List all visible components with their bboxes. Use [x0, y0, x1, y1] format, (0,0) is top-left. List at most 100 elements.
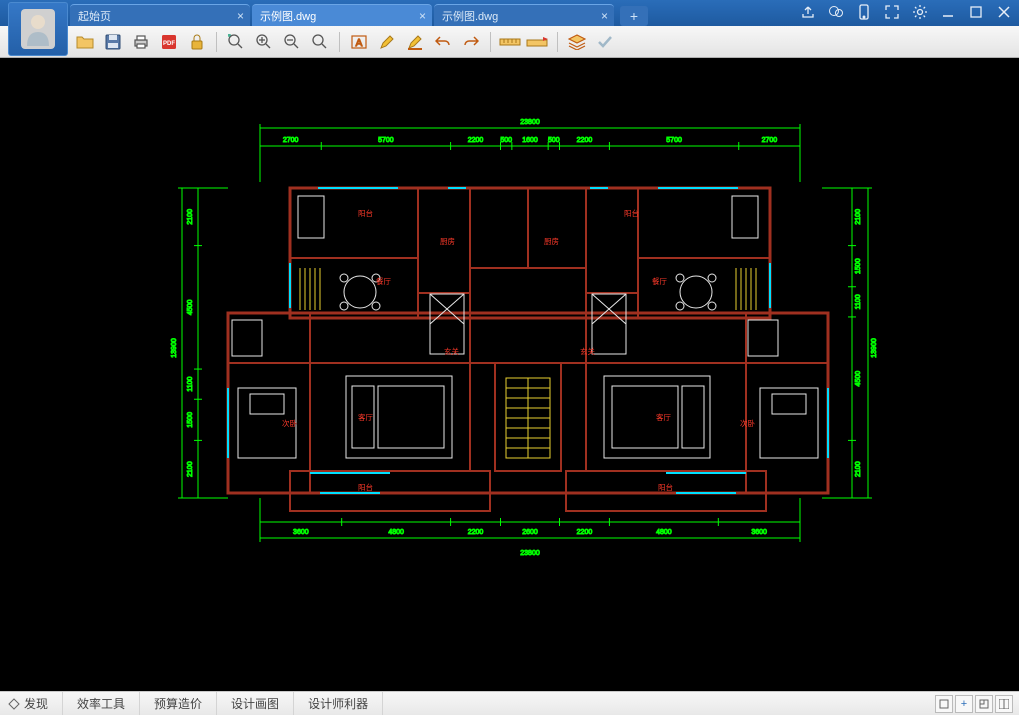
svg-text:2200: 2200: [468, 529, 484, 536]
svg-text:5700: 5700: [666, 137, 682, 144]
check-button[interactable]: [592, 30, 618, 54]
tab-label: 示例图.dwg: [442, 8, 498, 24]
svg-text:1100: 1100: [187, 377, 194, 392]
svg-text:23800: 23800: [520, 550, 540, 557]
pdf-button[interactable]: PDF: [156, 30, 182, 54]
svg-text:2700: 2700: [283, 137, 299, 144]
svg-text:4500: 4500: [855, 371, 862, 387]
status-tools[interactable]: 效率工具: [63, 692, 140, 715]
svg-text:13900: 13900: [171, 338, 178, 358]
separator: [216, 32, 217, 52]
svg-text:500: 500: [548, 137, 560, 144]
svg-text:餐厅: 餐厅: [652, 277, 667, 286]
svg-text:客厅: 客厅: [656, 412, 671, 422]
zoom-out-button[interactable]: [279, 30, 305, 54]
tab-file-1[interactable]: 示例图.dwg ×: [252, 4, 432, 26]
svg-text:3600: 3600: [751, 529, 767, 536]
svg-text:阳台: 阳台: [658, 482, 673, 492]
tab-label: 起始页: [78, 8, 111, 24]
close-icon[interactable]: ×: [601, 9, 608, 23]
zoom-window-button[interactable]: [307, 30, 333, 54]
svg-text:玄关: 玄关: [580, 346, 595, 356]
tab-strip: 起始页 × 示例图.dwg × 示例图.dwg × +: [70, 0, 648, 26]
status-discover[interactable]: 发现: [0, 692, 63, 715]
toolbar: PDF A: [0, 26, 1019, 58]
print-button[interactable]: [128, 30, 154, 54]
svg-text:4500: 4500: [187, 299, 194, 315]
share-icon[interactable]: [799, 3, 817, 21]
pencil-button[interactable]: [374, 30, 400, 54]
svg-text:厨房: 厨房: [544, 236, 559, 246]
separator: [557, 32, 558, 52]
layout-button[interactable]: [995, 695, 1013, 713]
svg-text:23800: 23800: [520, 119, 540, 126]
save-button[interactable]: [100, 30, 126, 54]
svg-text:2100: 2100: [187, 209, 194, 225]
separator: [339, 32, 340, 52]
grid-button[interactable]: +: [955, 695, 973, 713]
svg-text:500: 500: [500, 137, 512, 144]
close-icon[interactable]: ×: [237, 9, 244, 23]
svg-text:2600: 2600: [522, 529, 538, 536]
svg-text:4800: 4800: [656, 529, 672, 536]
tab-label: 示例图.dwg: [260, 8, 316, 24]
svg-text:13900: 13900: [871, 338, 878, 358]
measure-continuous-button[interactable]: [525, 30, 551, 54]
svg-text:PDF: PDF: [163, 41, 175, 47]
gear-icon[interactable]: [911, 3, 929, 21]
status-right-buttons: +: [935, 695, 1013, 713]
open-button[interactable]: [72, 30, 98, 54]
user-avatar[interactable]: [8, 2, 68, 56]
close-icon[interactable]: ×: [419, 9, 426, 23]
svg-text:2200: 2200: [577, 137, 593, 144]
measure-button[interactable]: [497, 30, 523, 54]
tab-file-2[interactable]: 示例图.dwg ×: [434, 4, 614, 26]
svg-text:2200: 2200: [577, 529, 593, 536]
svg-text:5700: 5700: [378, 137, 394, 144]
window-controls: [799, 3, 1013, 21]
zoom-extents-button[interactable]: [223, 30, 249, 54]
mobile-icon[interactable]: [855, 3, 873, 21]
svg-text:客厅: 客厅: [358, 412, 373, 422]
minimize-icon[interactable]: [939, 3, 957, 21]
svg-text:1100: 1100: [855, 294, 862, 309]
floor-plan-drawing: 23800 2700 5700 2200 500 1600 500 2200 5700 2700…: [0, 58, 1019, 691]
status-drawing[interactable]: 设计画图: [217, 692, 294, 715]
svg-text:厨房: 厨房: [440, 236, 455, 246]
svg-text:2100: 2100: [855, 209, 862, 225]
svg-text:阳台: 阳台: [358, 208, 373, 218]
svg-text:玄关: 玄关: [444, 346, 459, 356]
svg-text:2100: 2100: [855, 461, 862, 477]
lock-button[interactable]: [184, 30, 210, 54]
layers-button[interactable]: [564, 30, 590, 54]
svg-text:阳台: 阳台: [358, 482, 373, 492]
svg-text:次卧: 次卧: [740, 418, 755, 428]
undo-button[interactable]: [430, 30, 456, 54]
snap-button[interactable]: [975, 695, 993, 713]
svg-text:1600: 1600: [522, 137, 538, 144]
svg-text:餐厅: 餐厅: [376, 277, 391, 286]
maximize-icon[interactable]: [967, 3, 985, 21]
svg-text:1500: 1500: [855, 258, 862, 274]
drawing-canvas[interactable]: 23800 2700 5700 2200 500 1600 500 2200 5700 2700…: [0, 58, 1019, 691]
close-window-icon[interactable]: [995, 3, 1013, 21]
svg-text:A: A: [356, 38, 363, 49]
model-button[interactable]: [935, 695, 953, 713]
status-designer[interactable]: 设计师利器: [294, 692, 383, 715]
svg-text:2200: 2200: [468, 137, 484, 144]
highlight-button[interactable]: [402, 30, 428, 54]
fullscreen-icon[interactable]: [883, 3, 901, 21]
wechat-icon[interactable]: [827, 3, 845, 21]
separator: [490, 32, 491, 52]
zoom-in-button[interactable]: [251, 30, 277, 54]
titlebar: 起始页 × 示例图.dwg × 示例图.dwg × +: [0, 0, 1019, 26]
svg-text:1500: 1500: [187, 412, 194, 428]
tab-start[interactable]: 起始页 ×: [70, 4, 250, 26]
status-budget[interactable]: 预算造价: [140, 692, 217, 715]
svg-text:4800: 4800: [388, 529, 404, 536]
status-bar: 发现 效率工具 预算造价 设计画图 设计师利器 +: [0, 691, 1019, 715]
text-button[interactable]: A: [346, 30, 372, 54]
tab-add-button[interactable]: +: [620, 6, 648, 26]
redo-button[interactable]: [458, 30, 484, 54]
svg-text:2700: 2700: [762, 137, 778, 144]
